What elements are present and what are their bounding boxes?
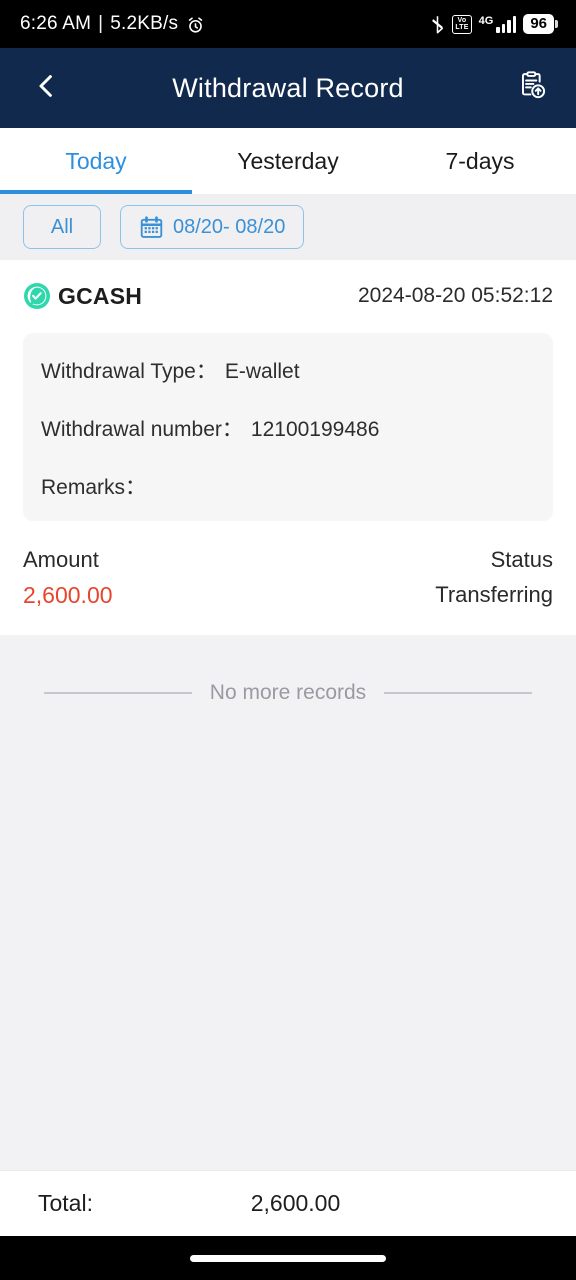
amount-label: Amount bbox=[23, 547, 99, 572]
status-label: Status bbox=[490, 547, 553, 572]
back-button[interactable] bbox=[24, 66, 68, 110]
amount-block: Amount 2,600.00 bbox=[23, 547, 113, 609]
date-range-chip[interactable]: 08/20- 08/20 bbox=[120, 205, 305, 249]
detail-value: E-wallet bbox=[224, 360, 300, 383]
network-type-label: 4G bbox=[478, 14, 494, 27]
period-tabs: Today Yesterday 7-days bbox=[0, 128, 576, 194]
tab-7-days[interactable]: 7-days bbox=[384, 128, 576, 194]
chevron-left-icon bbox=[31, 71, 61, 106]
record-timestamp: 2024-08-20 05:52:12 bbox=[358, 284, 553, 307]
export-record-button[interactable] bbox=[510, 66, 554, 110]
filter-all-chip[interactable]: All bbox=[23, 205, 101, 249]
detail-row-withdrawal-type: Withdrawal Type： E-wallet bbox=[41, 355, 535, 385]
calendar-icon bbox=[139, 215, 164, 240]
tab-today-label: Today bbox=[65, 147, 127, 174]
record-amount-status: Amount 2,600.00 Status Transferring bbox=[23, 547, 553, 609]
status-bar-right: Vo LTE 4G 96 bbox=[430, 14, 558, 34]
divider-right bbox=[384, 692, 533, 694]
no-more-records-label: No more records bbox=[209, 681, 367, 704]
signal-bars-icon bbox=[496, 15, 517, 33]
clipboard-upload-icon bbox=[516, 70, 548, 107]
total-bar: Total: 2,600.00 bbox=[0, 1170, 576, 1236]
record-details-card: Withdrawal Type： E-wallet Withdrawal num… bbox=[23, 333, 553, 521]
app-root: 6:26 AM | 5.2KB/s Vo LTE 4G 96 Withdrawa… bbox=[0, 0, 576, 1280]
total-value: 2,600.00 bbox=[250, 1190, 341, 1216]
status-badge: Transferring bbox=[435, 582, 553, 607]
bluetooth-icon bbox=[430, 15, 445, 34]
detail-value: 12100199486 bbox=[250, 418, 380, 441]
status-bar: 6:26 AM | 5.2KB/s Vo LTE 4G 96 bbox=[0, 0, 576, 48]
detail-label: Withdrawal Type： bbox=[41, 360, 217, 383]
page-title: Withdrawal Record bbox=[172, 72, 404, 103]
status-time: 6:26 AM bbox=[20, 13, 92, 34]
total-label: Total: bbox=[38, 1190, 93, 1216]
tab-7-days-label: 7-days bbox=[445, 147, 515, 174]
divider-left bbox=[43, 692, 192, 694]
record-brand-label: GCASH bbox=[58, 282, 143, 309]
list-footer: No more records bbox=[0, 635, 576, 705]
battery-cap-icon bbox=[555, 20, 558, 28]
tab-yesterday[interactable]: Yesterday bbox=[192, 128, 384, 194]
battery-indicator: 96 bbox=[523, 14, 558, 34]
record-brand: GCASH bbox=[23, 282, 142, 310]
system-navigation-bar bbox=[0, 1236, 576, 1280]
record-header: GCASH 2024-08-20 05:52:12 bbox=[23, 282, 553, 310]
amount-value: 2,600.00 bbox=[23, 582, 113, 608]
network-signal-group: 4G bbox=[478, 14, 517, 33]
filter-all-label: All bbox=[50, 215, 74, 238]
detail-row-remarks: Remarks： bbox=[41, 471, 535, 501]
alarm-icon bbox=[186, 16, 205, 35]
active-tab-indicator bbox=[0, 190, 192, 194]
network-speed: 5.2KB/s bbox=[110, 13, 179, 34]
home-gesture-pill[interactable] bbox=[190, 1254, 386, 1262]
battery-level-label: 96 bbox=[523, 14, 554, 34]
status-bar-left: 6:26 AM | 5.2KB/s bbox=[20, 13, 205, 35]
detail-label: Remarks： bbox=[41, 476, 147, 499]
page-header: Withdrawal Record bbox=[0, 48, 576, 128]
filter-bar: All 08/20- 08/20 bbox=[0, 194, 576, 260]
tab-today[interactable]: Today bbox=[0, 128, 192, 194]
volte-icon: Vo LTE bbox=[452, 14, 472, 34]
detail-row-withdrawal-number: Withdrawal number： 12100199486 bbox=[41, 413, 535, 443]
status-block: Status Transferring bbox=[435, 547, 553, 609]
tab-yesterday-label: Yesterday bbox=[237, 147, 339, 174]
detail-label: Withdrawal number： bbox=[41, 418, 243, 441]
date-range-label: 08/20- 08/20 bbox=[173, 215, 286, 238]
record-list[interactable]: GCASH 2024-08-20 05:52:12 Withdrawal Typ… bbox=[0, 260, 576, 1170]
status-separator: | bbox=[98, 13, 104, 34]
gcash-icon bbox=[23, 282, 51, 310]
record-item[interactable]: GCASH 2024-08-20 05:52:12 Withdrawal Typ… bbox=[0, 260, 576, 635]
